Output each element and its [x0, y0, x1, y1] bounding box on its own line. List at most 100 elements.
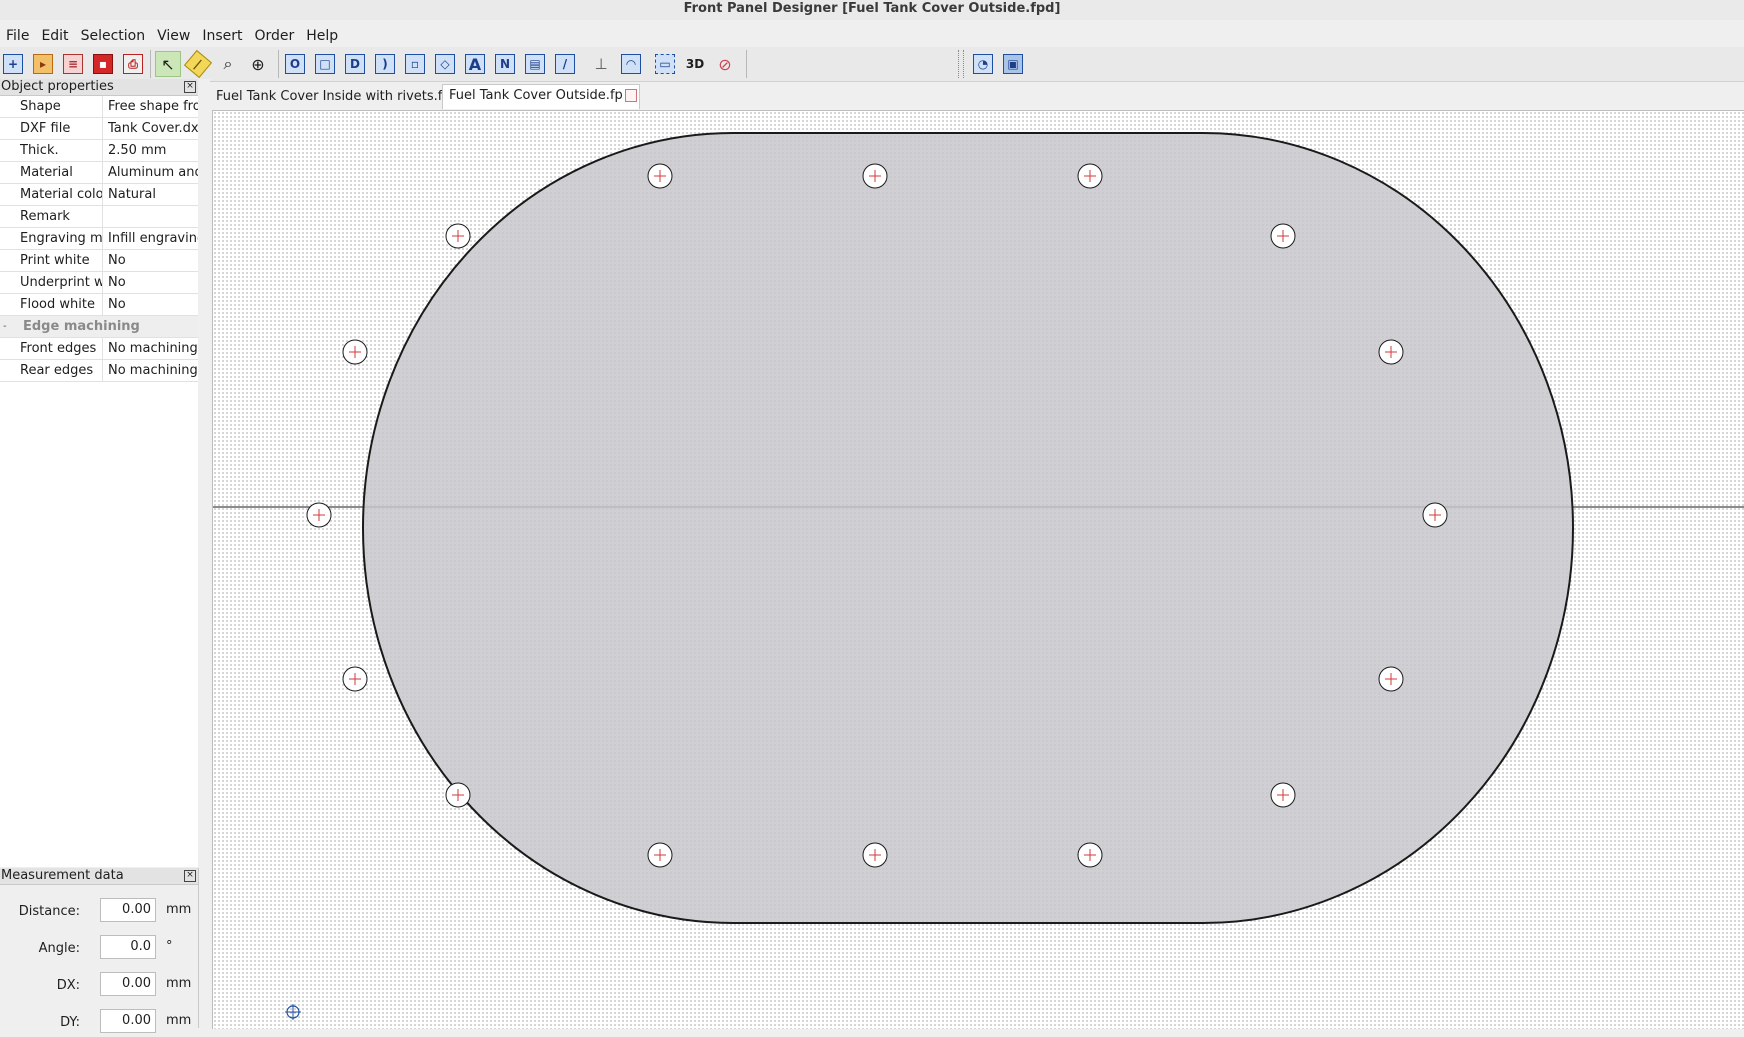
row-gutter: [0, 250, 16, 271]
dx-field[interactable]: 0.00: [100, 972, 156, 996]
property-row[interactable]: DXF file Tank Cover.dxf: [0, 118, 198, 140]
image-icon[interactable]: ▤: [522, 51, 548, 77]
dx-row: DX: 0.00 mm: [0, 972, 198, 1000]
close-icon[interactable]: ×: [184, 81, 196, 93]
rivet-hole[interactable]: [342, 666, 368, 692]
property-key: Material: [16, 162, 103, 183]
line-icon[interactable]: /: [552, 51, 578, 77]
save-icon[interactable]: ▪: [90, 51, 116, 77]
property-value[interactable]: No: [103, 272, 198, 293]
menu-help[interactable]: Help: [300, 25, 344, 47]
property-key: Thick.: [16, 140, 103, 161]
d-hole-icon[interactable]: D: [342, 51, 368, 77]
tab-outside[interactable]: Fuel Tank Cover Outside.fp: [442, 84, 640, 109]
dx-unit: mm: [166, 976, 192, 991]
drawing-canvas[interactable]: [212, 110, 1744, 1029]
window-title: Front Panel Designer [Fuel Tank Cover Ou…: [0, 0, 1744, 20]
collapse-icon[interactable]: -: [0, 316, 19, 337]
edge-machining-section[interactable]: - Edge machining: [0, 316, 198, 338]
rivet-hole[interactable]: [1270, 223, 1296, 249]
mark-icon[interactable]: ⊘: [712, 51, 738, 77]
menu-insert[interactable]: Insert: [196, 25, 248, 47]
property-value[interactable]: Natural: [103, 184, 198, 205]
frame-icon[interactable]: ▭: [652, 51, 678, 77]
price-icon[interactable]: ◔: [970, 51, 996, 77]
rivet-hole[interactable]: [445, 782, 471, 808]
rivet-hole[interactable]: [1378, 666, 1404, 692]
property-row[interactable]: Front edges No machining: [0, 338, 198, 360]
close-tab-icon[interactable]: [624, 89, 637, 102]
bolt-icon[interactable]: ⊥: [588, 51, 614, 77]
menu-selection[interactable]: Selection: [75, 25, 152, 47]
property-key: Flood white: [16, 294, 103, 315]
measurement-title: Measurement data ×: [0, 868, 198, 885]
new-icon[interactable]: +: [0, 51, 26, 77]
close-icon[interactable]: ×: [184, 870, 196, 882]
row-gutter: [0, 272, 16, 293]
open-icon[interactable]: ▸: [30, 51, 56, 77]
rivet-hole[interactable]: [647, 842, 673, 868]
rivet-hole[interactable]: [862, 163, 888, 189]
measure-icon[interactable]: |: [183, 49, 213, 79]
drill-hole-icon[interactable]: O: [282, 51, 308, 77]
row-gutter: [0, 140, 16, 161]
box-icon[interactable]: ▣: [1000, 51, 1026, 77]
property-value[interactable]: Free shape from: [103, 96, 198, 117]
property-row[interactable]: Engraving m Infill engraving: [0, 228, 198, 250]
menu-order[interactable]: Order: [248, 25, 300, 47]
property-row[interactable]: Remark: [0, 206, 198, 228]
distance-field[interactable]: 0.00: [100, 898, 156, 922]
angle-field[interactable]: 0.0: [100, 935, 156, 959]
property-row[interactable]: Print white No: [0, 250, 198, 272]
property-value[interactable]: No: [103, 294, 198, 315]
rivet-hole[interactable]: [1077, 842, 1103, 868]
property-value[interactable]: No machining: [103, 360, 198, 381]
property-row[interactable]: Thick. 2.50 mm: [0, 140, 198, 162]
property-value[interactable]: 2.50 mm: [103, 140, 198, 161]
engraving-icon[interactable]: N: [492, 51, 518, 77]
threaded-icon[interactable]: ◠: [618, 51, 644, 77]
rivet-hole[interactable]: [445, 223, 471, 249]
property-value[interactable]: No: [103, 250, 198, 271]
property-row[interactable]: ShapeFree shape from: [0, 96, 198, 118]
property-value[interactable]: No machining: [103, 338, 198, 359]
print-icon[interactable]: ⎙: [120, 51, 146, 77]
property-row[interactable]: Material colo Natural: [0, 184, 198, 206]
menu-file[interactable]: File: [0, 25, 35, 47]
rivet-hole[interactable]: [1077, 163, 1103, 189]
rect-pocket-icon[interactable]: ▫: [402, 51, 428, 77]
text-icon[interactable]: A: [462, 51, 488, 77]
rivet-hole[interactable]: [862, 842, 888, 868]
tab-inside-rivets[interactable]: Fuel Tank Cover Inside with rivets.fpd: [210, 86, 450, 108]
slot-icon[interactable]: ): [372, 51, 398, 77]
property-row[interactable]: MaterialAluminum anod: [0, 162, 198, 184]
dy-field[interactable]: 0.00: [100, 1009, 156, 1033]
view-3d-icon[interactable]: 3D: [682, 51, 708, 77]
property-row[interactable]: Rear edges No machining: [0, 360, 198, 382]
rivet-hole[interactable]: [1270, 782, 1296, 808]
rivet-hole[interactable]: [1422, 502, 1448, 528]
menu-edit[interactable]: Edit: [35, 25, 74, 47]
rect-hole-icon[interactable]: □: [312, 51, 338, 77]
panel-drawing[interactable]: [213, 111, 1744, 1029]
crosshair-icon[interactable]: ⊕: [245, 51, 271, 77]
property-value[interactable]: [103, 206, 198, 227]
panel-outline[interactable]: [361, 132, 1575, 924]
panel-splitter[interactable]: [198, 79, 210, 1028]
row-gutter: [0, 206, 16, 227]
property-row[interactable]: Underprint w No: [0, 272, 198, 294]
rivet-hole[interactable]: [1378, 339, 1404, 365]
property-value[interactable]: Aluminum anod: [103, 162, 198, 183]
zoom-icon[interactable]: ⌕: [215, 51, 241, 77]
rivet-hole[interactable]: [342, 339, 368, 365]
pointer-icon[interactable]: ↖: [155, 51, 181, 77]
property-row[interactable]: Flood white No: [0, 294, 198, 316]
cavity-icon[interactable]: ◇: [432, 51, 458, 77]
import-icon[interactable]: ≡: [60, 51, 86, 77]
property-value[interactable]: Infill engraving: [103, 228, 198, 249]
property-value[interactable]: Tank Cover.dxf: [103, 118, 198, 139]
rivet-hole[interactable]: [647, 163, 673, 189]
menu-view[interactable]: View: [151, 25, 196, 47]
row-gutter: [0, 162, 16, 183]
rivet-hole[interactable]: [306, 502, 332, 528]
